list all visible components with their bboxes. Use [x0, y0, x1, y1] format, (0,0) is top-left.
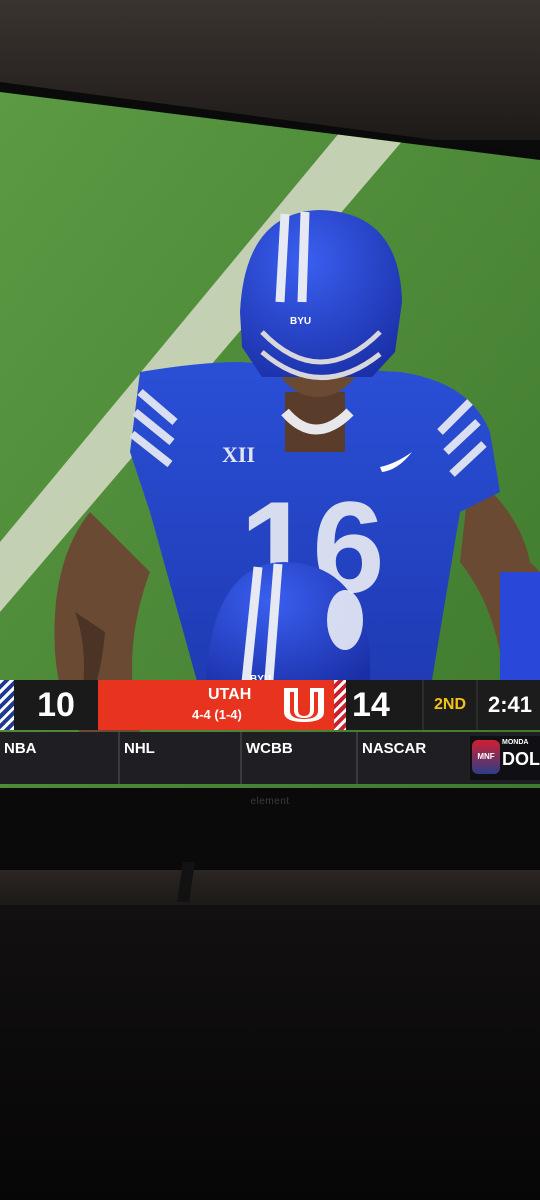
utah-logo-icon — [284, 688, 324, 722]
helmet-logo — [327, 590, 363, 650]
tv-brand-logo: element — [250, 796, 290, 807]
home-team-panel: UTAH 4-4 (1-4) — [98, 680, 334, 730]
ticker-item-wcbb: WCBB — [242, 732, 358, 784]
scorebug: 10 UTAH 4-4 (1-4) 14 2ND 2:41 — [0, 680, 540, 730]
away-team-stripe — [0, 680, 14, 730]
conference-mark: XII — [222, 442, 255, 467]
mnf-day: MONDA — [502, 739, 529, 746]
game-clock: 2:41 — [476, 680, 540, 730]
ticker-item-nba: NBA — [0, 732, 120, 784]
cabinet — [0, 905, 540, 1200]
helmet-label: BYU — [290, 316, 311, 327]
ticker-bar: NBA NHL WCBB NASCAR — [0, 732, 540, 784]
tv-stand-shelf — [0, 870, 540, 910]
game-quarter: 2ND — [422, 680, 476, 730]
home-team-record: 4-4 (1-4) — [192, 707, 242, 722]
home-team-stripe — [334, 680, 346, 730]
ticker-item-nhl: NHL — [120, 732, 242, 784]
mnf-team: DOLP — [502, 749, 540, 769]
home-score: 14 — [346, 680, 422, 730]
arm-sleeve — [500, 572, 540, 692]
mnf-promo: MNF MONDA DOLP — [470, 736, 540, 780]
away-score: 10 — [14, 680, 98, 730]
home-team-name: UTAH — [208, 686, 252, 703]
mnf-badge-icon: MNF — [472, 740, 500, 774]
ticker-item-nascar: NASCAR — [362, 740, 427, 757]
